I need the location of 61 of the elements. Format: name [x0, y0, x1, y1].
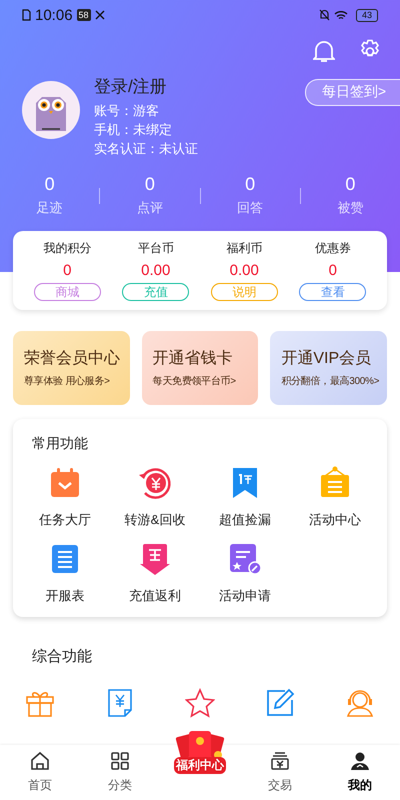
feature-label[interactable]: 转游&回收 [124, 511, 186, 529]
promo-subtitle: 尊享体验 用心服务> [24, 374, 111, 388]
login-register-link[interactable]: 登录/注册 [94, 75, 291, 98]
nav-tab[interactable]: 首页 [0, 745, 80, 800]
stat-count: 0 [144, 174, 155, 195]
feature-label[interactable]: 充值返利 [129, 587, 181, 605]
star-icon [185, 688, 215, 718]
wallet-amount: 0.00 [141, 262, 170, 279]
stat-count: 0 [44, 174, 55, 195]
rebate-arrow-icon [138, 542, 172, 576]
calendar-icon [48, 466, 82, 500]
ribbon-tag-icon [230, 466, 260, 500]
promo-subtitle: 每天免费领平台币> [152, 374, 237, 388]
battery-indicator: 43 [356, 8, 378, 22]
account-info-text: 手机：未绑定 [94, 121, 173, 139]
stat-count: 0 [245, 174, 256, 195]
edit-icon [265, 688, 295, 718]
feature-label[interactable]: 任务大厅 [39, 511, 91, 529]
promo-title: 开通VIP会员 [281, 348, 372, 369]
promo-title: 开通省钱卡 [152, 348, 234, 369]
clock: 10:06 [35, 6, 73, 24]
notice-board-icon [318, 466, 352, 500]
section-title: 综合功能 [31, 647, 93, 666]
account-info-text: 账号：游客 [94, 102, 160, 120]
owl-avatar[interactable] [22, 81, 80, 139]
user-icon [350, 751, 370, 771]
grid-icon [110, 751, 130, 771]
sim-card-icon [22, 9, 31, 21]
wallet-label: 优惠券 [314, 240, 351, 257]
wallet-label: 福利币 [226, 240, 262, 257]
feature-label[interactable]: 开服表 [46, 587, 84, 605]
feature-label[interactable]: 活动申请 [219, 587, 271, 605]
nav-tab[interactable]: 我的 [320, 745, 400, 800]
promo-card[interactable]: 开通省钱卡 每天免费领平台币> [142, 331, 258, 405]
promo-subtitle: 积分翻倍，最高300%> [281, 374, 380, 388]
stat-count: 0 [345, 174, 356, 195]
wifi-icon [334, 10, 348, 20]
headset-icon [345, 688, 375, 718]
nav-tab[interactable]: 福利中心 [160, 729, 240, 800]
nav-tab[interactable]: 分类 [80, 745, 160, 800]
muted-bell-icon [318, 9, 330, 21]
bill-icon [107, 688, 133, 718]
wallet-amount: 0.00 [230, 262, 259, 279]
wallet-label: 平台币 [138, 240, 174, 257]
account-info-text: 实名认证：未认证 [94, 140, 199, 158]
list-icon [50, 543, 80, 575]
yuan-box-icon [270, 751, 290, 771]
promo-card[interactable]: 开通VIP会员 积分翻倍，最高300%> [270, 331, 388, 405]
feature-label[interactable]: 超值捡漏 [219, 511, 271, 529]
promo-title: 荣誉会员中心 [24, 348, 121, 369]
wallet-label: 我的积分 [43, 240, 92, 257]
form-edit-icon [228, 542, 262, 576]
promo-card[interactable]: 荣誉会员中心 尊享体验 用心服务> [13, 331, 130, 405]
wallet-amount: 0 [63, 262, 72, 279]
wallet-amount: 0 [328, 262, 337, 279]
nav-tab[interactable]: 交易 [240, 745, 320, 800]
section-title: 常用功能 [31, 435, 89, 453]
feature-label[interactable]: 活动中心 [309, 511, 361, 529]
notification-bell-icon[interactable] [313, 39, 335, 63]
home-icon [30, 751, 50, 771]
notification-badge: 58 [76, 9, 91, 21]
